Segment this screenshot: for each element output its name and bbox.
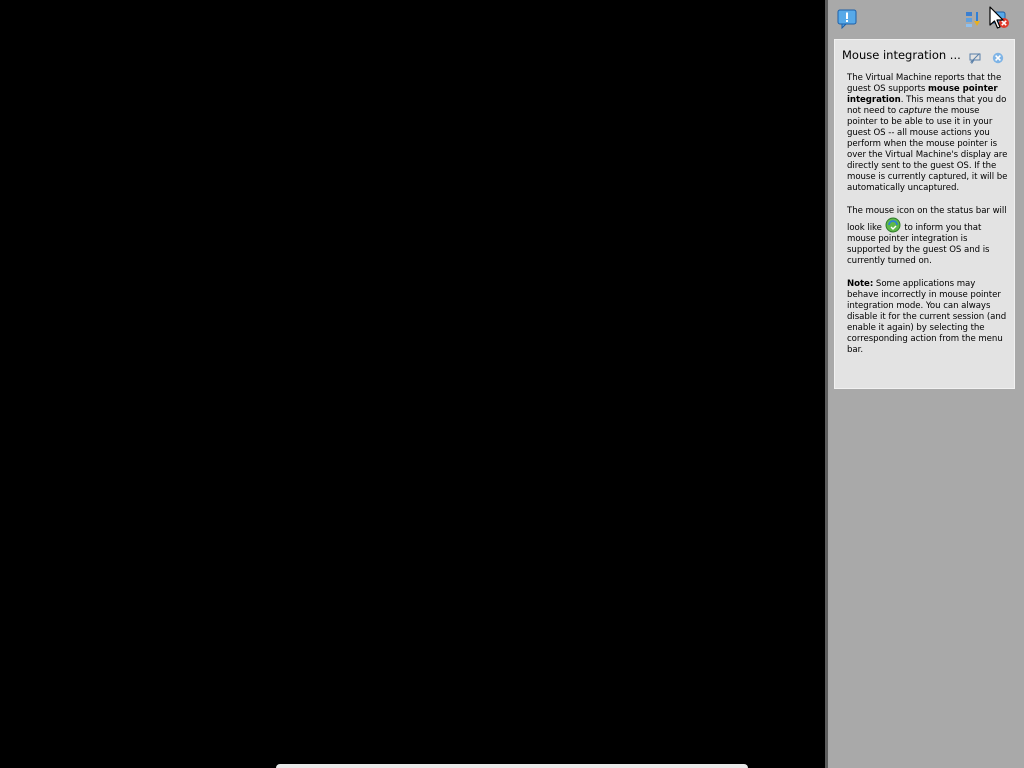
note-label: Note: <box>847 279 874 289</box>
notice-icon[interactable] <box>837 9 857 30</box>
message-title: Mouse integration ... <box>842 48 961 62</box>
notification-toolbar <box>828 0 1024 36</box>
message-body: The Virtual Machine reports that the gue… <box>847 73 1009 368</box>
vm-display[interactable] <box>0 0 825 768</box>
message-paragraph: The mouse icon on the status bar will lo… <box>847 206 1009 267</box>
close-icon[interactable] <box>992 49 1004 64</box>
text: Some applications may behave incorrectly… <box>847 279 1007 355</box>
message-header: Mouse integration ... <box>835 40 1014 70</box>
italic-text: capture <box>898 106 932 116</box>
notification-center: Mouse integration ... The Virtual Machin… <box>825 0 1024 768</box>
layout-icon[interactable] <box>964 9 984 29</box>
mouse-integration-icon <box>885 217 902 233</box>
mini-toolbar-handle[interactable] <box>276 764 748 768</box>
message-paragraph: Note: Some applications may behave incor… <box>847 279 1009 356</box>
suppress-icon[interactable] <box>969 49 981 65</box>
close-all-icon[interactable] <box>990 9 1010 29</box>
message-paragraph: The Virtual Machine reports that the gue… <box>847 73 1009 194</box>
notification-message-card: Mouse integration ... The Virtual Machin… <box>834 39 1015 389</box>
text: the mouse pointer to be able to use it i… <box>847 106 1008 193</box>
screen: Mouse integration ... The Virtual Machin… <box>0 0 1024 768</box>
